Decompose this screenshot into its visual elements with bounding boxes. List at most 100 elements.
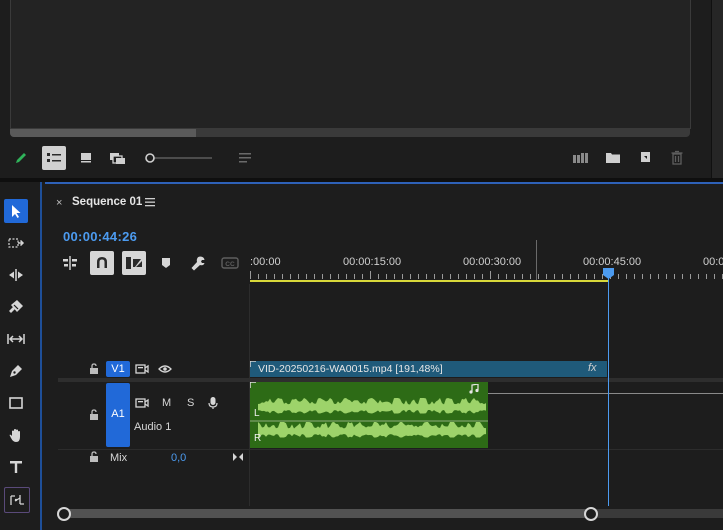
type-tool[interactable]: [4, 455, 28, 479]
ruler-tick: [690, 274, 691, 279]
close-tab-icon[interactable]: ×: [56, 197, 62, 209]
project-content-area[interactable]: [10, 0, 691, 129]
captions-icon[interactable]: CC: [221, 256, 239, 270]
add-marker-icon[interactable]: [160, 256, 172, 270]
ruler-tick: [482, 274, 483, 279]
lock-icon[interactable]: [89, 409, 99, 421]
ruler-label: 00:0: [703, 256, 723, 268]
volume-keyframe-line: [488, 393, 723, 394]
ruler-tick: [402, 274, 403, 279]
solo-button[interactable]: S: [187, 397, 194, 409]
ruler-label: 00:00:45:00: [583, 256, 642, 268]
playhead-timecode[interactable]: 00:00:44:26: [63, 229, 137, 244]
timeline-zoom-scrollbar[interactable]: [64, 509, 591, 518]
ruler-tick: [394, 274, 395, 279]
ruler-tick: [594, 274, 595, 279]
ruler-tick: [714, 274, 715, 279]
ruler-tick: [282, 274, 283, 279]
audio-waveform: [258, 422, 486, 438]
sync-lock-icon[interactable]: [135, 397, 149, 409]
zoom-handle-left[interactable]: [57, 507, 71, 521]
ruler-tick: [418, 274, 419, 279]
v1-track-target[interactable]: V1: [106, 361, 130, 377]
icon-view-icon[interactable]: [78, 150, 94, 166]
fx-badge[interactable]: fx: [588, 362, 597, 374]
video-clip[interactable]: VID-20250216-WA0015.mp4 [191,48%] fx: [250, 361, 607, 377]
panel-menu-icon[interactable]: [144, 196, 156, 208]
work-area-bar[interactable]: [250, 280, 608, 282]
selection-tool[interactable]: [4, 199, 28, 223]
hand-tool[interactable]: [4, 423, 28, 447]
ruler-tick: [250, 271, 251, 279]
microphone-icon[interactable]: [207, 396, 219, 410]
pencil-icon[interactable]: [13, 150, 29, 166]
sort-icon[interactable]: [238, 151, 254, 165]
ruler-tick: [650, 274, 651, 279]
zoom-slider[interactable]: [144, 152, 216, 164]
v1-track-header: [58, 360, 249, 378]
ruler-tick: [554, 274, 555, 279]
audio-clip[interactable]: L R: [250, 382, 488, 448]
ruler-tick: [386, 274, 387, 279]
audio-track-name[interactable]: Audio 1: [134, 421, 171, 433]
freeform-view-icon[interactable]: [108, 150, 128, 166]
lock-icon[interactable]: [89, 363, 99, 375]
ruler-tick: [466, 274, 467, 279]
pen-tool[interactable]: [4, 359, 28, 383]
ruler-tick: [618, 274, 619, 279]
ruler-tick: [490, 271, 491, 279]
zoom-handle-right[interactable]: [584, 507, 598, 521]
playhead-line[interactable]: [608, 278, 609, 506]
ruler-tick: [666, 274, 667, 279]
mix-divider: [58, 449, 723, 450]
mix-collapse-icon[interactable]: [232, 452, 244, 462]
track-select-forward-tool[interactable]: [4, 231, 28, 255]
ruler-tick: [330, 274, 331, 279]
ruler-tick: [346, 274, 347, 279]
right-channel-label: R: [254, 433, 262, 444]
ruler-tick: [362, 274, 363, 279]
a1-track-label: A1: [111, 408, 125, 420]
ruler-tick: [434, 274, 435, 279]
video-track-headers-empty: [58, 284, 249, 361]
ruler-tick: [298, 274, 299, 279]
new-bin-icon[interactable]: [605, 150, 621, 164]
mix-volume-value[interactable]: 0,0: [171, 452, 186, 464]
sync-lock-icon[interactable]: [135, 363, 149, 375]
list-view-icon[interactable]: [42, 146, 66, 170]
lock-icon[interactable]: [89, 451, 99, 463]
snap-icon[interactable]: [90, 251, 114, 275]
wrench-icon[interactable]: [190, 255, 206, 271]
in-point-marker: [536, 240, 537, 280]
ruler-tick: [658, 274, 659, 279]
ruler-tick: [378, 274, 379, 279]
ruler-tick: [322, 274, 323, 279]
ruler-tick: [474, 274, 475, 279]
ruler-tick: [498, 274, 499, 279]
a1-track-target[interactable]: A1: [106, 383, 130, 447]
eye-icon[interactable]: [158, 364, 172, 374]
project-scroll-thumb[interactable]: [10, 129, 196, 137]
ruler-tick: [306, 274, 307, 279]
ruler-tick: [698, 274, 699, 279]
automate-to-sequence-icon[interactable]: [572, 151, 590, 165]
slip-tool[interactable]: [4, 327, 28, 351]
remix-tool[interactable]: [4, 487, 30, 513]
ruler-tick: [354, 274, 355, 279]
ruler-tick: [706, 274, 707, 279]
ruler-tick: [522, 274, 523, 279]
sequence-tab-title[interactable]: Sequence 01: [72, 196, 142, 208]
rectangle-tool[interactable]: [4, 391, 28, 415]
linked-selection-icon[interactable]: [122, 251, 146, 275]
ruler-tick: [426, 274, 427, 279]
ruler-label: 00:00:30:00: [463, 256, 522, 268]
razor-tool[interactable]: [4, 295, 28, 319]
insert-sequence-nested-icon[interactable]: [62, 255, 78, 271]
right-panel-edge: [711, 0, 723, 178]
left-channel-label: L: [254, 408, 260, 419]
ripple-edit-tool[interactable]: [4, 263, 28, 287]
new-item-icon[interactable]: [638, 150, 652, 164]
trash-icon[interactable]: [670, 150, 684, 165]
mute-button[interactable]: M: [162, 397, 171, 409]
ruler-tick: [578, 274, 579, 279]
